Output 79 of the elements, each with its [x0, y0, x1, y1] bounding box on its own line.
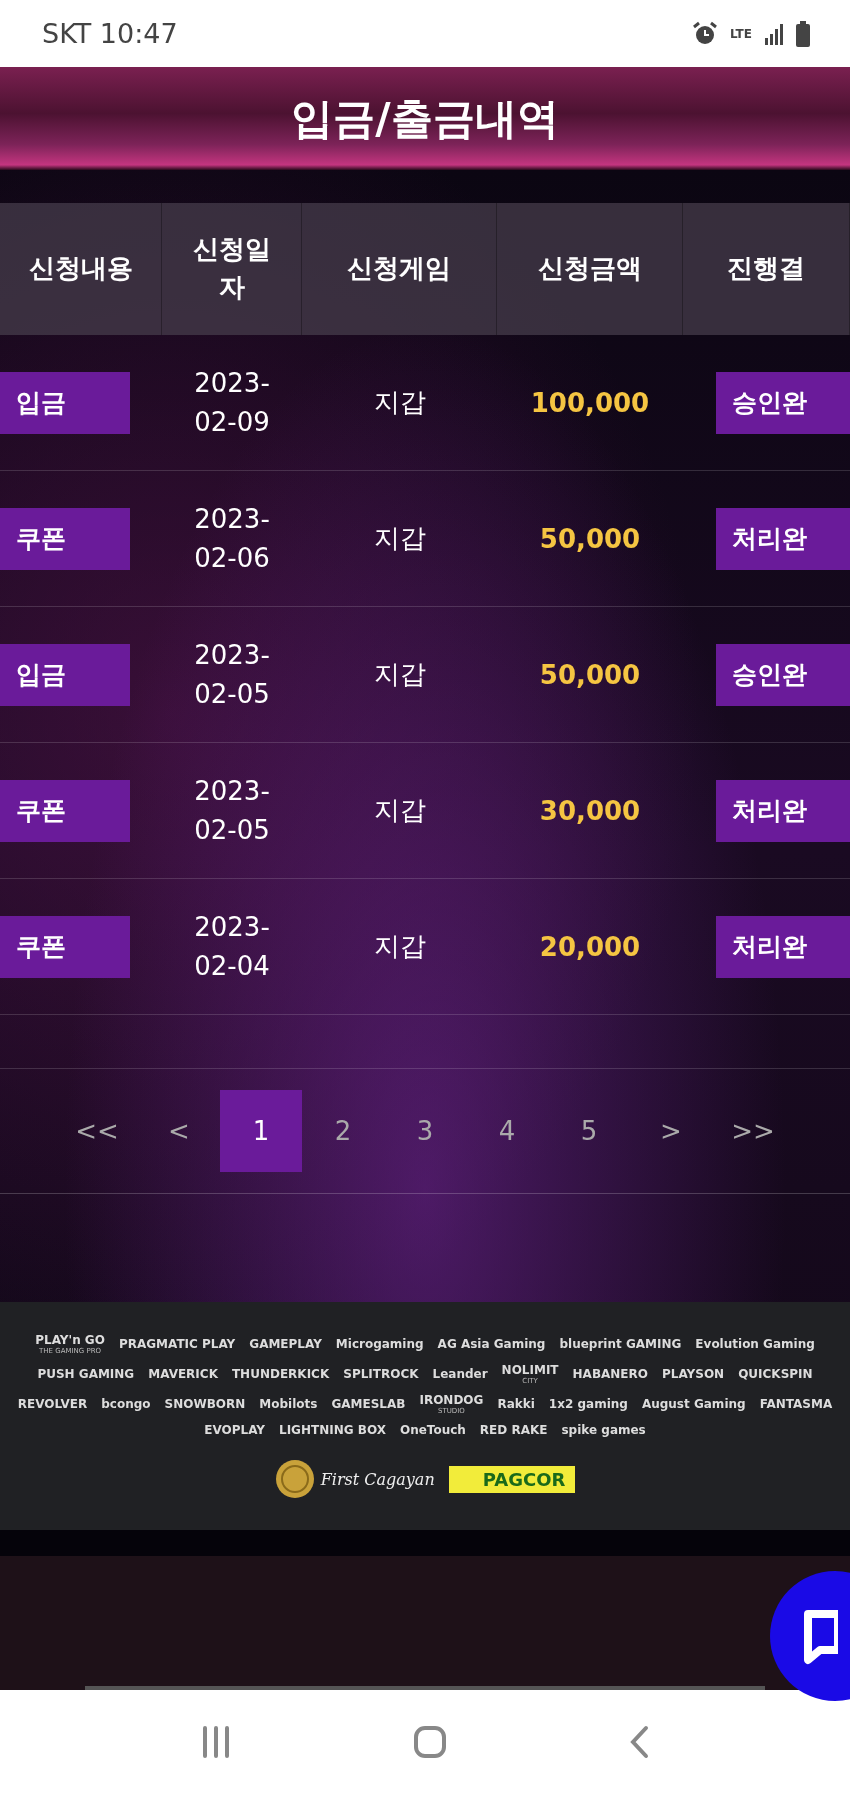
partner-logo: GAMESLAB — [331, 1397, 406, 1411]
home-icon[interactable] — [413, 1725, 447, 1759]
date-text: 2023-02-06 — [193, 502, 271, 575]
result-badge: 승인완 — [716, 371, 850, 434]
column-header: 진행결 — [683, 203, 850, 335]
partner-logo: SPLITROCK — [343, 1367, 419, 1381]
partner-logo: THUNDERKICK — [231, 1367, 330, 1381]
page-button[interactable]: 2 — [302, 1090, 384, 1172]
date-text: 2023-02-05 — [193, 638, 271, 711]
result-badge: 처리완 — [716, 507, 850, 570]
page-button[interactable]: 4 — [466, 1090, 548, 1172]
back-icon[interactable] — [629, 1725, 649, 1759]
type-badge: 쿠폰 — [0, 915, 130, 978]
alarm-icon — [691, 20, 718, 47]
partner-logo: SNOWBORN — [164, 1397, 246, 1411]
game-text: 지갑 — [373, 658, 426, 691]
partner-logo: GAMEPLAY — [249, 1337, 322, 1351]
amount-text: 50,000 — [539, 659, 641, 690]
partner-logo: RED RAKE — [479, 1423, 548, 1437]
partner-logo: AG Asia Gaming — [437, 1337, 546, 1351]
partner-logo: LIGHTNING BOX — [279, 1423, 386, 1437]
game-text: 지갑 — [373, 522, 426, 555]
date-text: 2023-02-05 — [193, 774, 271, 847]
type-badge: 쿠폰 — [0, 507, 130, 570]
page-title: 입금/출금내역 — [291, 92, 559, 145]
battery-icon — [796, 20, 810, 47]
type-badge: 입금 — [0, 643, 130, 706]
amount-text: 20,000 — [539, 931, 641, 962]
partner-logo: PUSH GAMING — [37, 1367, 135, 1381]
result-badge: 처리완 — [716, 779, 850, 842]
page-button[interactable]: << — [56, 1090, 138, 1172]
partner-logo: Leander — [432, 1367, 488, 1381]
game-text: 지갑 — [373, 386, 426, 419]
amount-text: 30,000 — [539, 795, 641, 826]
partner-logo: QUICKSPIN — [738, 1367, 813, 1381]
game-text: 지갑 — [373, 794, 426, 827]
seal-icon — [274, 1459, 315, 1499]
partner-logo: PLAYSON — [662, 1367, 725, 1381]
license-logo: PAGCOR — [448, 1465, 576, 1493]
partner-logo: Microgaming — [335, 1337, 424, 1351]
status-time: SKT 10:47 — [42, 18, 178, 49]
amount-text: 100,000 — [530, 387, 650, 418]
partner-logo: spike games — [561, 1423, 646, 1437]
partner-logo: REVOLVER — [17, 1397, 88, 1411]
partner-logo: Mobilots — [259, 1397, 318, 1411]
page-button[interactable]: 1 — [220, 1090, 302, 1172]
partner-logo: EVOPLAY — [204, 1423, 265, 1437]
game-text: 지갑 — [373, 930, 426, 963]
page-button[interactable]: < — [138, 1090, 220, 1172]
partner-logo: August Gaming — [641, 1397, 746, 1411]
amount-text: 50,000 — [539, 523, 641, 554]
column-header: 신청일자 — [162, 203, 302, 335]
page-button[interactable]: > — [630, 1090, 712, 1172]
page-button[interactable]: 3 — [384, 1090, 466, 1172]
license-logo: First Cagayan — [320, 1469, 435, 1489]
result-badge: 처리완 — [716, 915, 850, 978]
partner-logo: 1x2 gaming — [548, 1397, 628, 1411]
column-header: 신청금액 — [497, 203, 683, 335]
recent-apps-icon[interactable] — [201, 1726, 231, 1758]
partner-logo: FANTASMA — [759, 1397, 833, 1411]
column-header: 신청내용 — [0, 203, 162, 335]
page-button[interactable]: >> — [712, 1090, 794, 1172]
partner-logo: Rakki — [497, 1397, 535, 1411]
page-button[interactable]: 5 — [548, 1090, 630, 1172]
type-badge: 입금 — [0, 371, 130, 434]
result-badge: 승인완 — [716, 643, 850, 706]
partner-logo: HABANERO — [572, 1367, 648, 1381]
partner-logo: MAVERICK — [148, 1367, 218, 1381]
type-badge: 쿠폰 — [0, 779, 130, 842]
partner-logo: bcongo — [101, 1397, 151, 1411]
partner-logo: PRAGMATIC PLAY — [118, 1337, 236, 1351]
network-type: LTE — [729, 27, 752, 40]
date-text: 2023-02-04 — [193, 910, 271, 983]
date-text: 2023-02-09 — [193, 366, 271, 439]
partner-logo: Evolution Gaming — [695, 1337, 815, 1351]
partner-logo: OneTouch — [399, 1423, 466, 1437]
partner-logo: blueprint GAMING — [559, 1337, 682, 1351]
signal-icon — [764, 22, 784, 45]
column-header: 신청게임 — [302, 203, 497, 335]
